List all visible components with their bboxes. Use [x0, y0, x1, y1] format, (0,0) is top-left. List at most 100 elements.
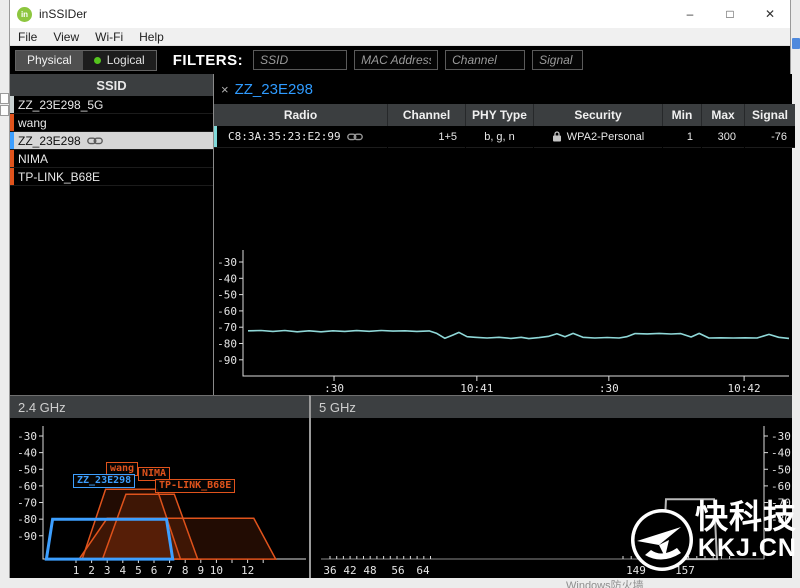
svg-text:-40: -40 — [217, 272, 237, 285]
svg-text:-90: -90 — [17, 530, 37, 543]
svg-text:-30: -30 — [17, 430, 37, 443]
ssid-label: wang — [22, 116, 47, 130]
svg-text:10:42: 10:42 — [728, 382, 761, 395]
detail-tab[interactable]: × ZZ_23E298 — [214, 74, 792, 104]
network-color-bar — [10, 150, 14, 167]
close-button[interactable]: ✕ — [750, 0, 790, 28]
col-channel[interactable]: Channel — [388, 104, 465, 126]
ssid-label: TP-LINK_B68E — [22, 170, 100, 184]
background-blue-glyph — [792, 38, 800, 49]
network-label-tp-link_b68e: TP-LINK_B68E — [155, 479, 235, 493]
lock-icon — [552, 131, 562, 142]
col-signal[interactable]: Signal — [745, 104, 795, 126]
ssid-row-zz-23e298-5g[interactable]: ZZ_23E298_5G — [10, 96, 213, 114]
svg-text:-80: -80 — [217, 338, 237, 351]
inssider-window: in inSSIDer – □ ✕ File View Wi-Fi Help P… — [9, 0, 791, 578]
band-5ghz-header: 5 GHz — [311, 396, 792, 418]
svg-text::30: :30 — [599, 382, 619, 395]
svg-text:2: 2 — [88, 564, 95, 577]
mac-filter-input[interactable] — [354, 50, 438, 70]
svg-text::30: :30 — [324, 382, 344, 395]
ssid-row-zz-23e298[interactable]: ZZ_23E298 — [10, 132, 213, 150]
svg-text:-80: -80 — [771, 513, 791, 526]
physical-toggle-button[interactable]: Physical — [16, 51, 83, 70]
svg-text:10: 10 — [210, 564, 223, 577]
ssid-filter-input[interactable] — [253, 50, 347, 70]
ssid-list-panel: SSID ZZ_23E298_5G wang ZZ_23E298 NIMA — [10, 74, 214, 395]
logical-green-dot-icon — [94, 57, 101, 64]
window-title: inSSIDer — [39, 7, 87, 21]
svg-text:-70: -70 — [217, 321, 237, 334]
radio-table-row[interactable]: C8:3A:35:23:E2:99 1+5 b, g, n WPA2-Perso… — [214, 126, 789, 148]
network-color-bar — [10, 168, 14, 185]
svg-text:149: 149 — [626, 564, 646, 577]
max-rate-cell: 300 — [702, 126, 744, 148]
ssid-column-header[interactable]: SSID — [10, 74, 213, 96]
radio-table-header: Radio Channel PHY Type Security Min Max … — [214, 104, 789, 126]
svg-text:10:41: 10:41 — [460, 382, 493, 395]
svg-text:-40: -40 — [771, 447, 791, 460]
minimize-button[interactable]: – — [670, 0, 710, 28]
svg-text:56: 56 — [391, 564, 404, 577]
tab-close-icon[interactable]: × — [221, 82, 229, 97]
radio-color-bar — [214, 126, 217, 147]
security-value: WPA2-Personal — [567, 131, 644, 143]
channel-filter-input[interactable] — [445, 50, 525, 70]
svg-text:4: 4 — [119, 564, 126, 577]
col-max[interactable]: Max — [702, 104, 744, 126]
logical-toggle-button[interactable]: Logical — [83, 51, 156, 70]
maximize-button[interactable]: □ — [710, 0, 750, 28]
svg-text:9: 9 — [197, 564, 204, 577]
svg-text:48: 48 — [363, 564, 376, 577]
svg-text:-40: -40 — [17, 447, 37, 460]
svg-text:36: 36 — [323, 564, 336, 577]
filters-label: FILTERS: — [173, 52, 243, 69]
network-color-bar — [10, 114, 14, 131]
channel-chart-5ghz: -30-40-50-60-70-803642485664149157 — [311, 418, 792, 579]
app-icon: in — [17, 7, 32, 22]
svg-text:-60: -60 — [771, 480, 791, 493]
svg-text:-80: -80 — [17, 513, 37, 526]
network-color-bar — [10, 96, 14, 113]
svg-text:-60: -60 — [217, 305, 237, 318]
svg-text:-60: -60 — [17, 480, 37, 493]
background-right-strip — [791, 0, 800, 588]
menu-bar: File View Wi-Fi Help — [10, 28, 790, 46]
svg-text:-70: -70 — [771, 497, 791, 510]
col-radio[interactable]: Radio — [214, 104, 387, 126]
svg-text:-50: -50 — [771, 463, 791, 476]
menu-view[interactable]: View — [45, 30, 87, 44]
svg-text:6: 6 — [151, 564, 158, 577]
ssid-row-wang[interactable]: wang — [10, 114, 213, 132]
channel-chart-24ghz: -30-40-50-60-70-80-901234567891012 — [10, 418, 309, 579]
band-panel-5ghz: 5 GHz -30-40-50-60-70-803642485664149157 — [309, 395, 792, 578]
menu-help[interactable]: Help — [131, 30, 172, 44]
svg-text:157: 157 — [675, 564, 695, 577]
ssid-row-tp-link-b68e[interactable]: TP-LINK_B68E — [10, 168, 213, 186]
link-icon — [87, 137, 103, 145]
radio-mac: C8:3A:35:23:E2:99 — [228, 130, 341, 143]
signal-cell: -76 — [745, 126, 795, 148]
tab-title: ZZ_23E298 — [235, 81, 313, 98]
svg-text:64: 64 — [416, 564, 430, 577]
logical-toggle-label: Logical — [107, 53, 145, 67]
screen: { "window": { "app_icon": "in", "title":… — [0, 0, 800, 588]
col-phy-type[interactable]: PHY Type — [466, 104, 533, 126]
title-bar: in inSSIDer – □ ✕ — [10, 0, 790, 28]
signal-filter-input[interactable] — [532, 50, 583, 70]
menu-file[interactable]: File — [10, 30, 45, 44]
menu-wifi[interactable]: Wi-Fi — [87, 30, 131, 44]
col-security[interactable]: Security — [534, 104, 662, 126]
link-icon — [347, 133, 363, 141]
min-rate-cell: 1 — [663, 126, 701, 148]
background-window-text: Windows防火墙 — [566, 578, 644, 588]
svg-text:1: 1 — [73, 564, 80, 577]
svg-text:-50: -50 — [217, 289, 237, 302]
background-window-icon — [0, 105, 9, 116]
background-bottom-strip: Windows防火墙 — [0, 578, 800, 588]
ssid-row-nima[interactable]: NIMA — [10, 150, 213, 168]
background-window-icon — [0, 93, 9, 104]
physical-logical-toggle: Physical Logical — [15, 50, 157, 71]
col-min[interactable]: Min — [663, 104, 701, 126]
svg-text:3: 3 — [104, 564, 111, 577]
